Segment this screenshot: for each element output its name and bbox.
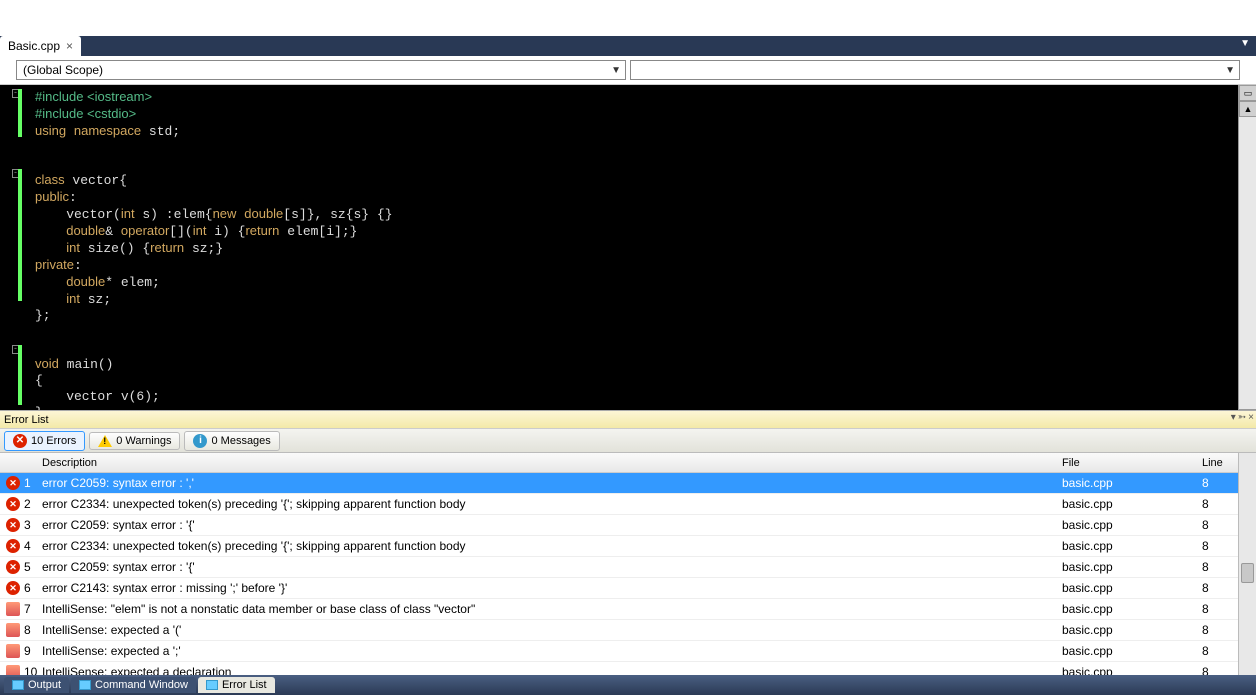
pin-icon[interactable]: ➳ [1238,412,1246,423]
error-filter-bar: ✕ 10 Errors 0 Warnings i 0 Messages [0,429,1256,453]
row-file: basic.cpp [1056,560,1196,574]
close-icon[interactable]: × [1248,412,1254,423]
split-handle-icon[interactable]: ▭ [1239,85,1256,101]
code-area[interactable]: #include <iostream> #include <cstdio> us… [25,85,1238,425]
panel-menu-icon[interactable]: ▾ [1231,412,1236,423]
tab-label: Command Window [95,679,188,691]
errlist-icon [206,680,218,690]
row-file: basic.cpp [1056,644,1196,658]
row-description: error C2334: unexpected token(s) precedi… [36,497,1056,511]
panel-title: Error List [4,414,49,426]
tab-command-window[interactable]: Command Window [71,677,196,693]
info-icon: i [193,434,207,448]
row-file: basic.cpp [1056,476,1196,490]
file-tab-basic-cpp[interactable]: Basic.cpp × [0,36,81,56]
change-marker [18,345,22,405]
change-marker [18,169,22,301]
output-icon [12,680,24,690]
row-number: 1 [18,476,36,490]
navigation-bar: (Global Scope) ▼ ▼ [0,56,1256,85]
row-number: 8 [18,623,36,637]
row-file: basic.cpp [1056,581,1196,595]
warning-icon [98,435,112,447]
error-row[interactable]: ✕1error C2059: syntax error : ','basic.c… [0,473,1256,494]
row-description: error C2059: syntax error : '{' [36,518,1056,532]
row-file: basic.cpp [1056,539,1196,553]
row-file: basic.cpp [1056,497,1196,511]
change-marker [18,89,22,137]
row-number: 2 [18,497,36,511]
error-row[interactable]: ✕6error C2143: syntax error : missing ';… [0,578,1256,599]
warnings-filter-button[interactable]: 0 Warnings [89,432,180,450]
file-tab-label: Basic.cpp [8,39,60,53]
row-description: error C2143: syntax error : missing ';' … [36,581,1056,595]
error-row[interactable]: 7IntelliSense: "elem" is not a nonstatic… [0,599,1256,620]
chevron-down-icon: ▼ [611,65,621,76]
grid-scrollbar[interactable] [1238,453,1256,675]
error-grid-header[interactable]: Description File Line [0,453,1256,473]
editor-gutter[interactable] [0,85,25,425]
scope-label: (Global Scope) [23,63,103,77]
messages-count-label: 0 Messages [211,435,270,447]
scrollbar-thumb[interactable] [1241,563,1254,583]
error-row[interactable]: 8IntelliSense: expected a '('basic.cpp8 [0,620,1256,641]
tab-error-list[interactable]: Error List [198,677,275,693]
errors-count-label: 10 Errors [31,435,76,447]
messages-filter-button[interactable]: i 0 Messages [184,431,279,451]
error-list-panel: Error List ▾ ➳ × ✕ 10 Errors 0 Warnings … [0,410,1256,695]
error-row[interactable]: ✕5error C2059: syntax error : '{'basic.c… [0,557,1256,578]
row-description: IntelliSense: "elem" is not a nonstatic … [36,602,1056,616]
error-icon: ✕ [13,434,27,448]
row-description: error C2334: unexpected token(s) precedi… [36,539,1056,553]
row-file: basic.cpp [1056,518,1196,532]
top-blank-area [0,0,1256,36]
warnings-count-label: 0 Warnings [116,435,171,447]
cmd-icon [79,680,91,690]
error-grid[interactable]: ✕1error C2059: syntax error : ','basic.c… [0,473,1256,695]
row-description: IntelliSense: expected a ';' [36,644,1056,658]
bottom-tab-strip: Output Command Window Error List [0,675,1256,695]
row-number: 9 [18,644,36,658]
row-number: 4 [18,539,36,553]
error-row[interactable]: ✕3error C2059: syntax error : '{'basic.c… [0,515,1256,536]
row-number: 7 [18,602,36,616]
tab-overflow-icon[interactable]: ▼ [1240,38,1250,49]
tab-label: Output [28,679,61,691]
error-row[interactable]: 9IntelliSense: expected a ';'basic.cpp8 [0,641,1256,662]
panel-title-bar[interactable]: Error List ▾ ➳ × [0,411,1256,429]
col-file[interactable]: File [1056,457,1196,469]
chevron-down-icon: ▼ [1225,65,1235,76]
row-file: basic.cpp [1056,602,1196,616]
row-description: error C2059: syntax error : '{' [36,560,1056,574]
error-row[interactable]: ✕2error C2334: unexpected token(s) prece… [0,494,1256,515]
code-editor[interactable]: #include <iostream> #include <cstdio> us… [0,85,1256,425]
row-description: IntelliSense: expected a '(' [36,623,1056,637]
scope-dropdown[interactable]: (Global Scope) ▼ [16,60,626,80]
errors-filter-button[interactable]: ✕ 10 Errors [4,431,85,451]
col-description[interactable]: Description [36,457,1056,469]
row-description: error C2059: syntax error : ',' [36,476,1056,490]
scroll-up-icon[interactable]: ▲ [1239,101,1256,117]
row-number: 6 [18,581,36,595]
error-row[interactable]: ✕4error C2334: unexpected token(s) prece… [0,536,1256,557]
member-dropdown[interactable]: ▼ [630,60,1240,80]
document-tab-strip: Basic.cpp × ▼ [0,36,1256,56]
row-number: 3 [18,518,36,532]
vertical-scrollbar[interactable]: ▭ ▲ ▼ [1238,85,1256,425]
row-file: basic.cpp [1056,623,1196,637]
row-number: 5 [18,560,36,574]
tab-output[interactable]: Output [4,677,69,693]
tab-label: Error List [222,679,267,691]
close-icon[interactable]: × [66,39,73,53]
